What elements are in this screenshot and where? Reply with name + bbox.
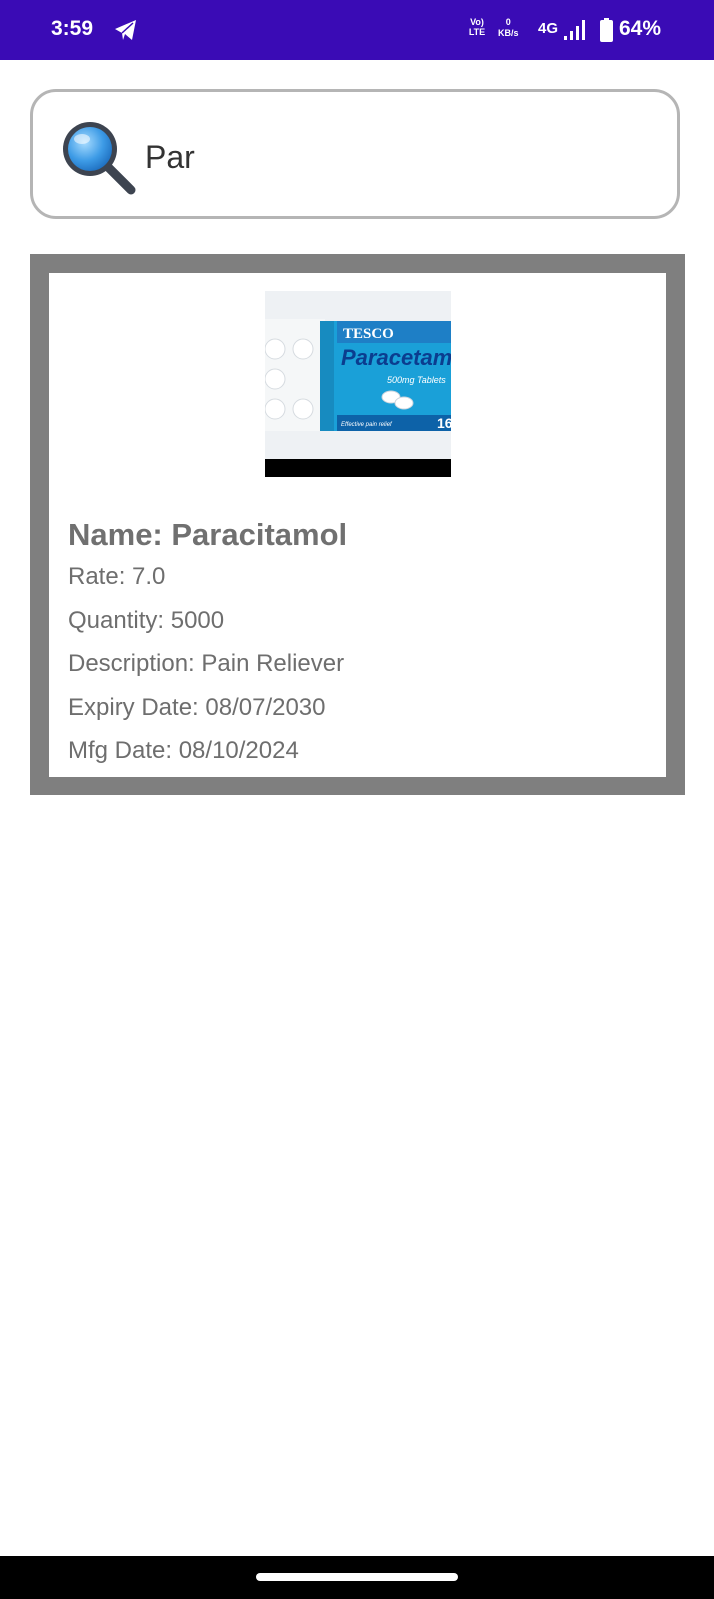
search-box[interactable] <box>30 89 680 219</box>
status-bar: 3:59 Vo) LTE 0 KB/s 4G 64% <box>0 0 714 60</box>
network-speed-unit: KB/s <box>498 28 519 38</box>
volte-indicator: Vo) LTE <box>468 17 486 37</box>
network-speed: 0 KB/s <box>498 17 519 39</box>
box-product-text: Paracetamol <box>341 345 451 370</box>
battery-icon <box>600 18 613 42</box>
box-count-text: 16 <box>437 415 451 431</box>
search-input[interactable] <box>143 132 647 182</box>
box-strength-text: 500mg Tablets <box>387 375 446 385</box>
medicine-card[interactable]: TESCO Paracetamol 500mg Tablets Effectiv… <box>30 254 685 795</box>
box-brand-text: TESCO <box>343 326 394 342</box>
system-nav-bar <box>0 1556 714 1599</box>
medicine-card-body: TESCO Paracetamol 500mg Tablets Effectiv… <box>49 273 666 777</box>
network-speed-value: 0 <box>505 17 511 27</box>
status-time: 3:59 <box>51 17 94 40</box>
home-indicator[interactable] <box>256 1573 458 1581</box>
medicine-rate: Rate: 7.0 <box>68 563 166 590</box>
medicine-expiry-date: Expiry Date: 08/07/2030 <box>68 694 326 721</box>
telegram-icon <box>115 20 136 40</box>
product-image: TESCO Paracetamol 500mg Tablets Effectiv… <box>265 291 451 477</box>
medicine-description: Description: Pain Reliever <box>68 650 345 677</box>
battery-percent: 64% <box>619 17 662 40</box>
network-type: 4G <box>538 20 559 37</box>
signal-bars-icon <box>564 20 585 40</box>
medicine-mfg-date: Mfg Date: 08/10/2024 <box>68 737 299 764</box>
box-tagline-text: Effective pain relief <box>341 422 393 428</box>
medicine-quantity: Quantity: 5000 <box>68 607 225 634</box>
magnifying-glass-icon <box>63 122 136 195</box>
medicine-name: Name: Paracitamol <box>68 517 348 552</box>
